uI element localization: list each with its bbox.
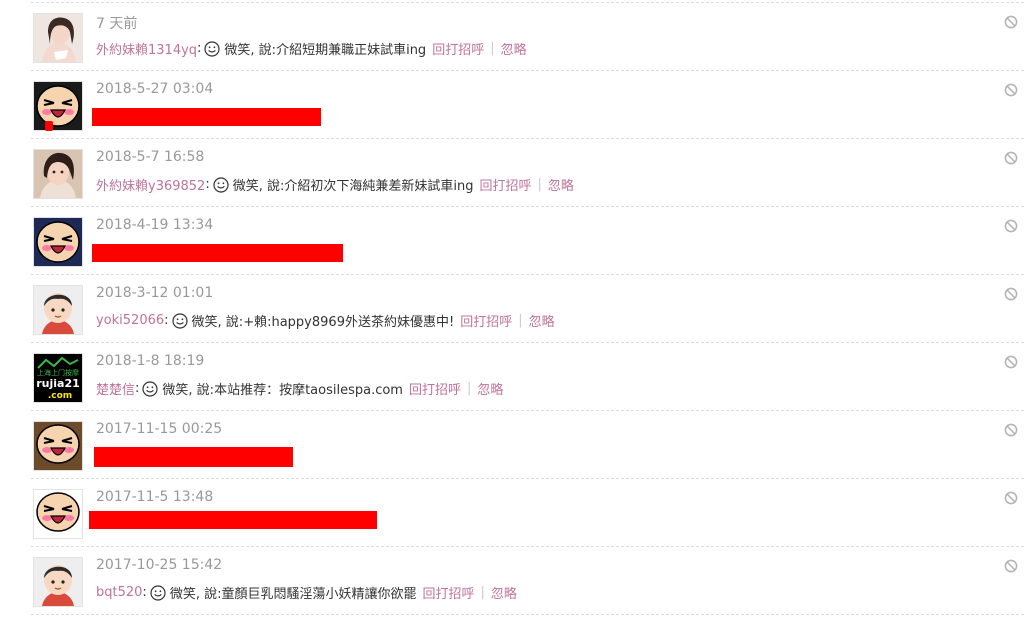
reply-greeting-link[interactable]: 回打招呼 [479,175,531,194]
message-text: 童顏巨乳悶騷淫蕩小妖精讓你欲罷 [221,587,417,602]
mood-text: 微笑, 說: [162,383,215,398]
logo-text-top: 上海上门按摩 [37,368,79,377]
ignore-link[interactable]: 忽略 [477,379,503,398]
post-time: 2018-3-12 01:01 [96,285,214,301]
mood-text: 微笑, 說: [191,315,244,330]
ignore-link[interactable]: 忽略 [529,311,555,330]
mood-text: 微笑, 說: [169,587,222,602]
message-text: 本站推荐：按摩taosilespa.com [214,383,403,398]
post-time: 2017-10-25 15:42 [96,557,223,573]
cartoon-boy-avatar-icon [34,558,82,606]
feed-item: 2018-5-27 03:04 [31,71,1024,139]
feed-item: 上海上门按摩 rujia21 .com 2018-1-8 18:19 楚楚信 :… [31,343,1024,411]
cartoon-boy-avatar-icon [34,286,82,334]
redaction-block [89,511,377,529]
block-icon[interactable] [1004,559,1018,573]
feed-item: 2017-10-25 15:42 bqt520 : 微笑, 說: 童顏巨乳悶騷淫… [31,547,1024,615]
ignore-link[interactable]: 忽略 [491,583,517,602]
smile-icon [204,40,221,57]
divider: | [490,41,495,56]
photo-avatar-icon [34,150,82,198]
message-text: 介紹短期兼職正妹試車ing [276,43,427,58]
cartoon-laugh-avatar-icon [34,422,82,470]
message-text: +賴:happy8969外送茶約妹優惠中! [243,315,455,330]
username-link[interactable]: bqt520 [96,585,142,600]
reply-greeting-link[interactable]: 回打招呼 [460,311,512,330]
feed-list: 7 天前 外約妹賴1314yq : 微笑, 說: 介紹短期兼職正妹試車ing 回… [31,2,1024,615]
post-time: 2018-5-27 03:04 [96,81,214,97]
redaction-block [92,108,321,126]
divider: | [537,177,542,192]
message-line: yoki52066 : 微笑, 說: +賴:happy8969外送茶約妹優惠中!… [96,311,555,330]
feed-item: 2017-11-15 00:25 [31,411,1024,479]
block-icon[interactable] [1004,491,1018,505]
post-time: 2017-11-15 00:25 [96,421,223,437]
block-icon[interactable] [1004,219,1018,233]
cartoon-laugh-avatar-icon [34,82,82,130]
colon: : [142,585,147,600]
username-link[interactable]: yoki52066 [96,313,164,328]
smile-icon [171,312,188,329]
reply-greeting-link[interactable]: 回打招呼 [432,39,484,58]
block-icon[interactable] [1004,83,1018,97]
ignore-link[interactable]: 忽略 [501,39,527,58]
block-icon[interactable] [1004,15,1018,29]
message-line: 外約妹賴1314yq : 微笑, 說: 介紹短期兼職正妹試車ing 回打招呼 |… [96,39,527,58]
block-icon[interactable] [1004,355,1018,369]
block-icon[interactable] [1004,287,1018,301]
post-time: 2018-4-19 13:34 [96,217,214,233]
username-link[interactable]: 外約妹賴1314yq [96,39,197,58]
mood-text: 微笑, 說: [224,43,277,58]
block-icon[interactable] [1004,151,1018,165]
message-line: bqt520 : 微笑, 說: 童顏巨乳悶騷淫蕩小妖精讓你欲罷 回打招呼 | 忽… [96,583,517,602]
feed-item: 2018-4-19 13:34 [31,207,1024,275]
message-line: 外約妹賴y369852 : 微笑, 說: 介紹初次下海純兼差新妹試車ing 回打… [96,175,574,194]
ignore-link[interactable]: 忽略 [548,175,574,194]
mood-text: 微笑, 說: [232,179,285,194]
post-time: 2018-5-7 16:58 [96,149,205,165]
block-icon[interactable] [1004,423,1018,437]
smile-icon [142,380,159,397]
post-time: 7 天前 [96,16,138,32]
cartoon-laugh-avatar-icon [34,218,82,266]
redaction-block [92,244,343,262]
smile-icon [150,584,166,601]
divider: | [518,313,523,328]
colon: : [205,177,210,192]
avatar[interactable] [33,421,83,471]
feed-item: 7 天前 外約妹賴1314yq : 微笑, 說: 介紹短期兼職正妹試車ing 回… [31,3,1024,71]
feed-item: 2018-3-12 01:01 yoki52066 : 微笑, 說: +賴:ha… [31,275,1024,343]
divider: | [466,381,472,396]
avatar[interactable] [33,217,83,267]
avatar[interactable] [33,13,83,63]
smile-icon [213,176,229,193]
redaction-mark [45,121,53,131]
redaction-block [94,447,293,467]
colon: : [135,381,140,396]
colon: : [197,41,202,56]
photo-avatar-icon [34,14,82,62]
avatar[interactable] [33,489,83,539]
username-link[interactable]: 楚楚信 [96,379,135,398]
avatar[interactable] [33,149,83,199]
divider: | [480,585,485,600]
post-time: 2018-1-8 18:19 [96,353,205,369]
post-time: 2017-11-5 13:48 [96,489,214,505]
feed-item: 2017-11-5 13:48 [31,479,1024,547]
avatar[interactable]: 上海上门按摩 rujia21 .com [33,353,83,403]
rujia-logo-avatar-icon: 上海上门按摩 rujia21 .com [34,354,82,402]
avatar[interactable] [33,81,83,131]
message-text: 介紹初次下海純兼差新妹試車ing [284,179,474,194]
logo-text-bot: .com [48,391,72,401]
logo-text-mid: rujia21 [36,377,80,390]
avatar[interactable] [33,557,83,607]
feed-item: 2018-5-7 16:58 外約妹賴y369852 : 微笑, 說: 介紹初次… [31,139,1024,207]
username-link[interactable]: 外約妹賴y369852 [96,175,205,194]
cartoon-laugh-avatar-icon [34,490,82,538]
avatar[interactable] [33,285,83,335]
reply-greeting-link[interactable]: 回打招呼 [409,379,461,398]
colon: : [164,313,169,328]
reply-greeting-link[interactable]: 回打招呼 [422,583,474,602]
message-line: 楚楚信 : 微笑, 說: 本站推荐：按摩taosilespa.com 回打招呼 … [96,379,503,398]
